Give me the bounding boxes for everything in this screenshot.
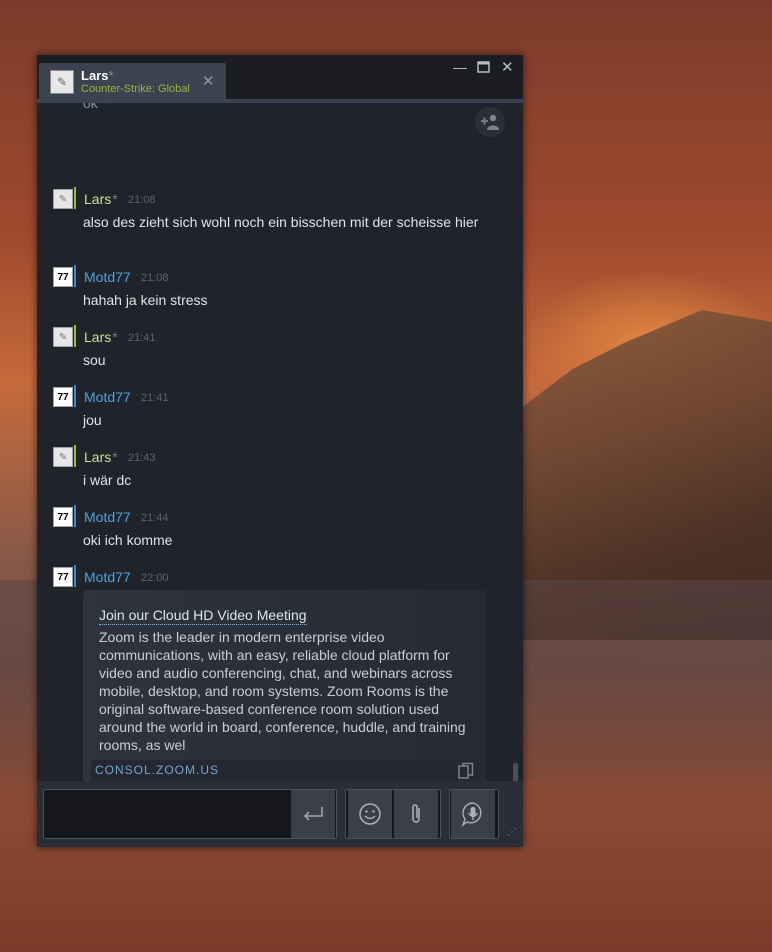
close-window-icon[interactable]: ✕: [501, 58, 514, 76]
friend-avatar: ✎: [53, 327, 73, 347]
minimize-icon[interactable]: —: [453, 59, 467, 75]
message-author[interactable]: Motd77: [84, 389, 131, 405]
self-avatar: 77: [53, 567, 73, 587]
paperclip-icon: [412, 804, 420, 823]
smiley-icon: [359, 803, 381, 825]
send-button[interactable]: [291, 790, 335, 838]
maximize-icon[interactable]: [477, 60, 490, 76]
message-text: oki ich komme: [83, 532, 173, 548]
message-list[interactable]: ok*** ✎ Lars* 21:08 also des zieht sich …: [37, 103, 523, 781]
embed-url-link[interactable]: CONSOL.ZOOM.US: [95, 763, 219, 777]
tab-game-status: Counter-Strike: Global Offensive: [81, 83, 189, 95]
close-tab-icon[interactable]: ✕: [202, 72, 215, 90]
status-bar: [74, 265, 76, 287]
tab-name-text: Lars: [81, 68, 109, 83]
self-avatar: 77: [53, 507, 73, 527]
message-author[interactable]: Lars*: [84, 449, 118, 465]
self-avatar: 77: [53, 267, 73, 287]
chat-tab-lars[interactable]: ✎ Lars* Counter-Strike: Global Offensive…: [39, 63, 226, 101]
author-status-mark: *: [112, 329, 118, 345]
microphone-icon: [461, 802, 482, 827]
attach-button[interactable]: [394, 790, 438, 838]
cutoff-message: ok***: [83, 103, 115, 111]
message-text: i wär dc: [83, 472, 132, 488]
friend-avatar: ✎: [53, 447, 73, 467]
message-time: 21:08: [141, 272, 169, 284]
tab-status-mark: *: [108, 68, 114, 83]
message-time: 21:41: [141, 392, 169, 404]
message-text: jou: [83, 412, 102, 428]
author-status-mark: *: [112, 449, 118, 465]
message-author[interactable]: Motd77: [84, 509, 131, 525]
status-bar: [74, 187, 76, 209]
voice-group: [449, 789, 499, 839]
message-author[interactable]: Motd77: [84, 269, 131, 285]
message-author[interactable]: Motd77: [84, 569, 131, 585]
emoticon-button[interactable]: [348, 790, 392, 838]
message-author[interactable]: Lars*: [84, 329, 118, 345]
scrollbar-thumb[interactable]: [513, 763, 518, 781]
friend-avatar: ✎: [53, 189, 73, 209]
message-author[interactable]: Lars*: [84, 191, 118, 207]
self-avatar: 77: [53, 387, 73, 407]
message-input[interactable]: [47, 793, 291, 835]
author-status-mark: *: [112, 191, 118, 207]
add-friend-icon[interactable]: [475, 107, 505, 137]
message-time: 22:00: [141, 572, 169, 584]
friend-avatar: ✎: [50, 70, 74, 94]
voice-chat-button[interactable]: [451, 790, 495, 838]
embed-footer: CONSOL.ZOOM.US: [91, 760, 479, 781]
message-time: 21:08: [128, 194, 156, 206]
status-bar: [74, 325, 76, 347]
status-bar: [74, 445, 76, 467]
link-embed: Join our Cloud HD Video Meeting Zoom is …: [83, 590, 486, 781]
author-name: Lars: [84, 449, 112, 465]
message-time: 21:41: [128, 332, 156, 344]
message-input-box: [43, 789, 337, 839]
resize-grip-icon[interactable]: ⋰: [507, 827, 517, 838]
embed-description: Zoom is the leader in modern enterprise …: [99, 629, 466, 753]
status-bar: [74, 505, 76, 527]
chat-window: ✎ Lars* Counter-Strike: Global Offensive…: [37, 55, 523, 847]
status-bar: [74, 385, 76, 407]
status-bar: [74, 565, 76, 587]
message-time: 21:44: [141, 512, 169, 524]
composer: [37, 781, 523, 847]
emoji-attach-group: [345, 789, 441, 839]
title-bar[interactable]: ✎ Lars* Counter-Strike: Global Offensive…: [37, 55, 523, 103]
message-time: 21:43: [128, 452, 156, 464]
message-text: also des zieht sich wohl noch ein bissch…: [83, 214, 479, 230]
send-icon: [303, 807, 323, 821]
author-name: Lars: [84, 329, 112, 345]
message-text: hahah ja kein stress: [83, 292, 208, 308]
author-name: Lars: [84, 191, 112, 207]
copy-icon[interactable]: [457, 762, 475, 781]
tab-friend-name: Lars*: [81, 68, 114, 83]
embed-title-link[interactable]: Join our Cloud HD Video Meeting: [99, 607, 307, 625]
message-text: sou: [83, 352, 106, 368]
